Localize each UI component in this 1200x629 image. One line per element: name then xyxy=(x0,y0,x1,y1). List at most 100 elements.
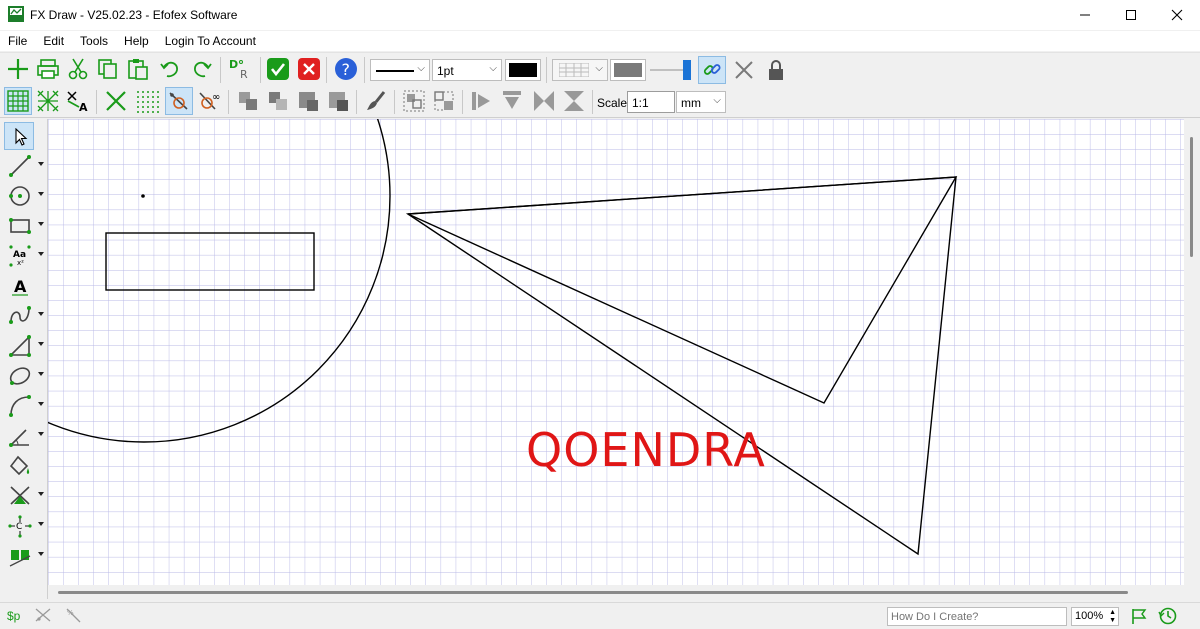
circle-center-point[interactable] xyxy=(141,194,145,198)
rectangle-tool[interactable] xyxy=(4,212,46,240)
bring-front-icon[interactable] xyxy=(234,87,262,115)
angle-tool[interactable] xyxy=(4,422,46,450)
close-button[interactable] xyxy=(1154,0,1200,30)
flag-icon[interactable] xyxy=(1130,607,1148,628)
snap-status-icon[interactable] xyxy=(34,607,54,628)
opacity-slider-handle[interactable] xyxy=(683,60,691,80)
toolbar-separator xyxy=(592,90,593,114)
send-back-icon[interactable] xyxy=(324,87,352,115)
status-bar: $p % 100% ▲▼ xyxy=(0,602,1200,628)
polygon-tool[interactable] xyxy=(4,332,46,360)
menu-login[interactable]: Login To Account xyxy=(157,31,264,51)
bring-forward-icon[interactable] xyxy=(264,87,292,115)
svg-text:x²: x² xyxy=(17,259,24,267)
svg-text:R: R xyxy=(240,68,248,81)
line-icon xyxy=(7,154,33,178)
scale-value: 1:1 xyxy=(632,96,649,110)
canvas-text-label[interactable]: QOENDRA xyxy=(526,423,766,477)
dollar-p-button[interactable]: $p xyxy=(7,609,20,623)
snap-dots-icon[interactable] xyxy=(133,87,161,115)
secondary-toolbar: A ∞ Scale 1:1 mm ⌵ xyxy=(0,86,1200,118)
chevron-down-icon: ⌵ xyxy=(417,63,425,74)
ungroup-icon[interactable] xyxy=(430,87,458,115)
zoom-spinner[interactable]: 100% ▲ ▼ xyxy=(1071,607,1119,626)
clipart-tool[interactable] xyxy=(4,542,46,570)
select-tool[interactable] xyxy=(4,122,34,150)
maximize-button[interactable] xyxy=(1108,0,1154,30)
isometric-grid-icon[interactable] xyxy=(34,87,62,115)
opacity-slider-track[interactable] xyxy=(650,69,686,71)
circle-tool[interactable] xyxy=(4,182,46,210)
menu-help[interactable]: Help xyxy=(116,31,157,51)
lock-icon[interactable] xyxy=(762,56,790,84)
degrees-radians-icon[interactable]: DR xyxy=(226,55,254,83)
fill-tool[interactable] xyxy=(4,452,46,480)
line-color-button[interactable] xyxy=(505,59,541,81)
line-style-select[interactable]: ⌵ xyxy=(370,59,430,81)
scale-input[interactable]: 1:1 xyxy=(627,91,675,113)
cancel-icon[interactable] xyxy=(295,55,323,83)
main-toolbar: DR ? ⌵ 1pt ⌵ ⌵ xyxy=(0,52,1200,86)
accept-icon[interactable] xyxy=(264,55,292,83)
curve-tool[interactable] xyxy=(4,302,46,330)
help-search-input[interactable] xyxy=(887,607,1067,626)
text-tool[interactable]: A xyxy=(4,272,46,300)
arc-tool[interactable] xyxy=(4,392,46,420)
line-tool[interactable] xyxy=(4,152,46,180)
unlink-icon[interactable] xyxy=(730,56,758,84)
help-icon[interactable]: ? xyxy=(332,55,360,83)
group-icon[interactable] xyxy=(400,87,428,115)
vertical-scroll-thumb[interactable] xyxy=(1190,137,1193,257)
send-backward-icon[interactable] xyxy=(294,87,322,115)
menu-edit[interactable]: Edit xyxy=(35,31,72,51)
link-icon[interactable] xyxy=(698,56,726,84)
paintbrush-icon[interactable] xyxy=(362,87,390,115)
history-icon[interactable] xyxy=(1158,606,1178,629)
units-select[interactable]: mm ⌵ xyxy=(676,91,726,113)
circle-icon xyxy=(7,184,33,208)
redo-icon[interactable] xyxy=(188,55,216,83)
menu-file[interactable]: File xyxy=(0,31,35,51)
equation-text-icon: Aa x² xyxy=(7,244,33,268)
shading-icon xyxy=(7,484,33,508)
print-icon[interactable] xyxy=(34,55,62,83)
cut-icon[interactable] xyxy=(64,55,92,83)
fill-pattern-select[interactable]: ⌵ xyxy=(552,59,608,81)
flip-vertical-icon[interactable] xyxy=(498,87,526,115)
snap-object-icon[interactable] xyxy=(165,87,193,115)
polygon-icon xyxy=(7,334,33,358)
copy-icon[interactable] xyxy=(94,55,122,83)
snap-text-icon[interactable]: A xyxy=(64,87,92,115)
snap-object-status-icon[interactable]: % xyxy=(64,607,84,628)
chemistry-tool[interactable]: C xyxy=(4,512,46,540)
undo-icon[interactable] xyxy=(156,55,184,83)
toolbar-separator xyxy=(228,90,229,114)
svg-text:∞: ∞ xyxy=(212,92,220,103)
chevron-down-icon: ⌵ xyxy=(713,95,721,106)
new-icon[interactable] xyxy=(4,55,32,83)
grid-icon[interactable] xyxy=(4,87,32,115)
flip-horizontal-icon[interactable] xyxy=(468,87,496,115)
units-value: mm xyxy=(681,96,701,110)
snap-cross-icon[interactable] xyxy=(102,87,130,115)
canvas-drawing xyxy=(48,119,1184,585)
drawing-canvas[interactable]: QOENDRA xyxy=(48,119,1184,585)
fill-color-button[interactable] xyxy=(610,59,646,81)
svg-text:%: % xyxy=(67,609,74,617)
rotate-right-icon[interactable] xyxy=(560,87,588,115)
snap-infinite-icon[interactable]: ∞ xyxy=(196,87,224,115)
vertical-scrollbar[interactable] xyxy=(1184,119,1200,585)
toolbar-separator xyxy=(260,57,261,83)
spinner-arrows-icon[interactable]: ▲ ▼ xyxy=(1109,609,1116,625)
ellipse-arc-tool[interactable] xyxy=(4,362,46,390)
paste-icon[interactable] xyxy=(124,55,152,83)
horizontal-scroll-thumb[interactable] xyxy=(58,591,1128,594)
horizontal-scrollbar[interactable] xyxy=(48,585,1184,601)
shading-tool[interactable] xyxy=(4,482,46,510)
menu-tools[interactable]: Tools xyxy=(72,31,116,51)
equation-tool[interactable]: Aa x² xyxy=(4,242,46,270)
rotate-left-icon[interactable] xyxy=(530,87,558,115)
paint-bucket-icon xyxy=(7,454,33,478)
minimize-button[interactable] xyxy=(1062,0,1108,30)
line-width-select[interactable]: 1pt ⌵ xyxy=(432,59,502,81)
